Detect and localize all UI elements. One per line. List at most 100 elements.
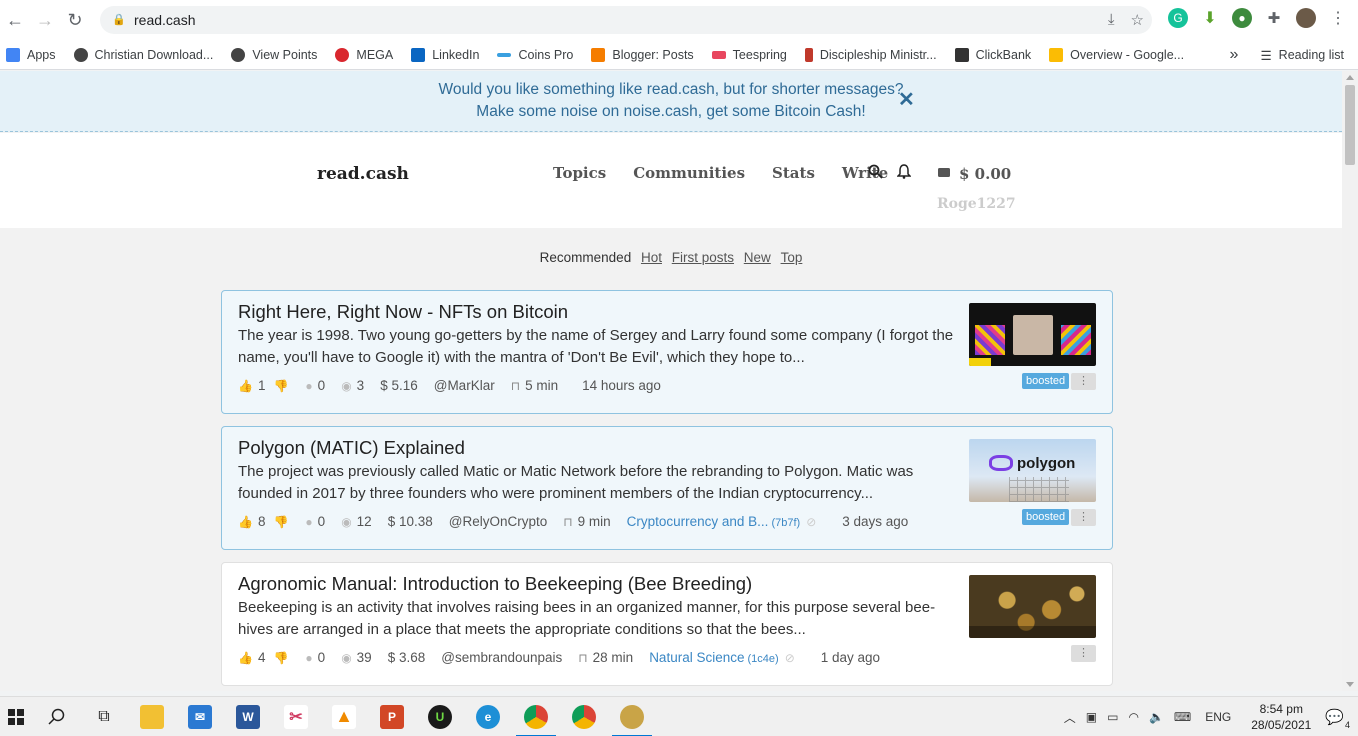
mail-icon[interactable]: ✉ <box>176 697 224 736</box>
article-excerpt[interactable]: Beekeeping is an activity that involves … <box>238 597 960 641</box>
snipping-tool-icon[interactable]: ✂ <box>272 697 320 736</box>
address-bar[interactable]: 🔒 read.cash ⤓ ☆ <box>100 6 1152 34</box>
reload-icon[interactable]: ↻ <box>60 5 90 35</box>
author-link[interactable]: @sembrandounpais <box>441 650 562 665</box>
search-taskbar-icon[interactable] <box>32 697 80 736</box>
menu-communities[interactable]: Communities <box>633 164 745 182</box>
article-excerpt[interactable]: The project was previously called Matic … <box>238 461 960 505</box>
more-options-icon[interactable]: ⋮ <box>1071 373 1096 390</box>
thumbs-down-icon[interactable]: 👎 <box>273 515 288 529</box>
globe-extension-icon[interactable]: ● <box>1232 8 1252 28</box>
community-link[interactable]: Cryptocurrency and B... (7b7f) ⊘ <box>627 514 817 529</box>
file-explorer-icon[interactable] <box>128 697 176 736</box>
show-hidden-icons[interactable]: ︿ <box>1064 709 1076 726</box>
article-card[interactable]: Agronomic Manual: Introduction to Beekee… <box>221 562 1113 686</box>
bookmark-teespring[interactable]: Teespring <box>711 48 787 62</box>
profile-avatar[interactable] <box>1296 8 1316 28</box>
notifications-button[interactable]: 💬 4 <box>1325 708 1350 730</box>
sort-first-posts[interactable]: First posts <box>672 250 734 265</box>
bookmark-apps[interactable]: Apps <box>6 47 56 62</box>
comments-count[interactable]: ● 0 <box>305 650 325 665</box>
task-view-icon[interactable]: ⧉ <box>80 697 128 736</box>
comments-count[interactable]: ● 0 <box>305 514 325 529</box>
bookmark-clickbank[interactable]: ClickBank <box>954 47 1031 62</box>
upwork-icon[interactable]: U <box>416 697 464 736</box>
article-thumbnail[interactable]: polygon <box>969 439 1096 502</box>
browser-menu-icon[interactable]: ⋮ <box>1328 8 1348 28</box>
chrome-profile-1-icon[interactable] <box>512 697 560 736</box>
chrome-profile-2-icon[interactable] <box>560 697 608 736</box>
boosted-badge[interactable]: boosted <box>1022 509 1070 525</box>
article-age[interactable]: 1 day ago <box>821 650 880 665</box>
article-title[interactable]: Right Here, Right Now - NFTs on Bitcoin <box>238 301 568 323</box>
bookmark-coins-pro[interactable]: Coins Pro <box>497 48 573 62</box>
more-options-icon[interactable]: ⋮ <box>1071 509 1096 526</box>
username[interactable]: Roge1227 <box>937 196 1016 212</box>
article-thumbnail[interactable] <box>969 303 1096 366</box>
wallet-icon[interactable] <box>937 166 951 182</box>
menu-topics[interactable]: Topics <box>553 164 606 182</box>
battery-icon[interactable]: ▭ <box>1107 710 1118 724</box>
vlc-icon[interactable]: ▲ <box>320 697 368 736</box>
sort-hot[interactable]: Hot <box>641 250 662 265</box>
comments-count[interactable]: ● 0 <box>305 378 325 393</box>
sort-top[interactable]: Top <box>781 250 803 265</box>
extensions-puzzle-icon[interactable]: ✚ <box>1264 8 1284 28</box>
wifi-icon[interactable]: ◠ <box>1128 710 1138 724</box>
close-icon[interactable]: ✕ <box>898 89 915 111</box>
scroll-up-arrow[interactable] <box>1346 75 1354 80</box>
upvote-button[interactable]: 👍 4 👎 <box>238 650 293 665</box>
site-logo[interactable]: read.cash <box>317 164 409 184</box>
clock[interactable]: 8:54 pm 28/05/2021 <box>1251 701 1311 733</box>
bookmark-star-icon[interactable]: ☆ <box>1131 11 1144 29</box>
thumbs-down-icon[interactable]: 👎 <box>273 379 288 393</box>
more-options-icon[interactable]: ⋮ <box>1071 645 1096 662</box>
article-card[interactable]: Right Here, Right Now - NFTs on Bitcoin … <box>221 290 1113 414</box>
bookmark-google-ads[interactable]: Overview - Google... <box>1049 47 1184 62</box>
volume-icon[interactable]: 🔈 <box>1149 710 1164 724</box>
upvote-button[interactable]: 👍 1 👎 <box>238 378 293 393</box>
article-title[interactable]: Polygon (MATIC) Explained <box>238 437 465 459</box>
start-button[interactable] <box>0 697 32 736</box>
keyboard-icon[interactable]: ⌨ <box>1174 710 1191 724</box>
input-language[interactable]: ENG <box>1205 710 1231 724</box>
author-link[interactable]: @MarKlar <box>434 378 495 393</box>
bookmark-blogger[interactable]: Blogger: Posts <box>591 47 694 62</box>
article-card[interactable]: Polygon (MATIC) Explained The project wa… <box>221 426 1113 550</box>
author-link[interactable]: @RelyOnCrypto <box>449 514 547 529</box>
article-age[interactable]: 3 days ago <box>842 514 908 529</box>
article-title[interactable]: Agronomic Manual: Introduction to Beekee… <box>238 573 752 595</box>
install-icon[interactable]: ⤓ <box>1108 11 1115 29</box>
back-icon[interactable]: ← <box>0 5 30 35</box>
doge-app-icon[interactable] <box>608 697 656 736</box>
boosted-badge[interactable]: boosted <box>1022 373 1070 389</box>
more-bookmarks-icon[interactable]: » <box>1230 46 1239 64</box>
article-thumbnail[interactable] <box>969 575 1096 638</box>
word-icon[interactable]: W <box>224 697 272 736</box>
bookmark-view-points[interactable]: View Points <box>231 47 317 62</box>
bell-icon[interactable] <box>896 164 912 183</box>
menu-stats[interactable]: Stats <box>772 164 815 182</box>
bookmark-linkedin[interactable]: LinkedIn <box>411 47 479 62</box>
sort-recommended[interactable]: Recommended <box>540 250 632 265</box>
thumbs-down-icon[interactable]: 👎 <box>273 651 288 665</box>
scroll-down-arrow[interactable] <box>1346 682 1354 687</box>
download-extension-icon[interactable]: ⬇ <box>1200 8 1220 28</box>
powerpoint-icon[interactable]: P <box>368 697 416 736</box>
page-scrollbar[interactable] <box>1342 71 1358 691</box>
upvote-button[interactable]: 👍 8 👎 <box>238 514 293 529</box>
community-link[interactable]: Natural Science (1c4e) ⊘ <box>649 650 795 665</box>
bookmark-mega[interactable]: MEGA <box>335 47 393 62</box>
sort-new[interactable]: New <box>744 250 771 265</box>
banner-line-2[interactable]: Make some noise on noise.cash, get some … <box>0 101 1342 123</box>
forward-icon[interactable]: → <box>30 5 60 35</box>
edge-icon[interactable]: e <box>464 697 512 736</box>
grammarly-icon[interactable]: G <box>1168 8 1188 28</box>
bookmark-discipleship[interactable]: Discipleship Ministr... <box>804 47 937 62</box>
scroll-thumb[interactable] <box>1345 85 1355 165</box>
article-excerpt[interactable]: The year is 1998. Two young go-getters b… <box>238 325 960 369</box>
reading-list-button[interactable]: ☰ Reading list <box>1260 48 1344 63</box>
meet-now-icon[interactable]: ▣ <box>1086 710 1097 724</box>
article-age[interactable]: 14 hours ago <box>582 378 661 393</box>
wallet-balance[interactable]: $ 0.00 <box>959 165 1011 183</box>
